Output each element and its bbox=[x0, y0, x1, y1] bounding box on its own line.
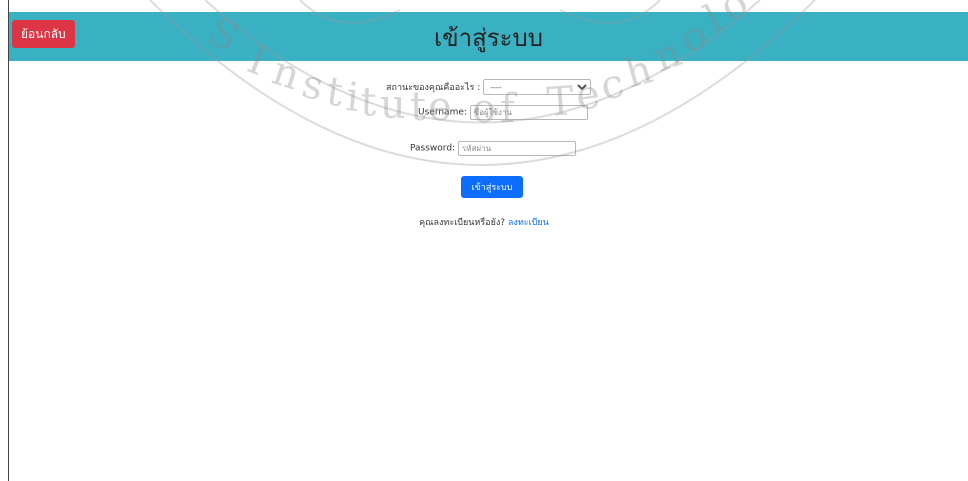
page-title: เข้าสู่ระบบ bbox=[434, 24, 543, 52]
header-bar: ย้อนกลับ เข้าสู่ระบบ bbox=[9, 12, 968, 61]
login-button[interactable]: เข้าสู่ระบบ bbox=[461, 176, 523, 198]
username-row: Username: bbox=[418, 105, 588, 120]
svg-text:s: s bbox=[298, 61, 328, 110]
password-input[interactable] bbox=[457, 141, 576, 156]
watermark-seal: S I n s t i t u t e o f T e c h n o l o bbox=[149, 0, 816, 166]
register-link[interactable]: ลงทะเบียน bbox=[508, 218, 549, 228]
svg-text:i: i bbox=[344, 74, 361, 121]
password-row: Password: bbox=[410, 141, 576, 156]
password-label: Password: bbox=[410, 143, 456, 154]
username-label: Username: bbox=[418, 107, 467, 118]
window-border bbox=[8, 0, 9, 481]
register-prompt-text: คุณลงทะเบียนหรือยัง? bbox=[419, 218, 506, 228]
status-label: สถานะของคุณคืออะไร : bbox=[386, 83, 481, 93]
username-input[interactable] bbox=[469, 105, 588, 120]
svg-text:c: c bbox=[597, 60, 628, 110]
status-select[interactable]: ---- bbox=[483, 79, 592, 95]
svg-text:t: t bbox=[324, 68, 346, 116]
login-page: ย้อนกลับ เข้าสู่ระบบ สถานะของคุณคืออะไร … bbox=[0, 0, 968, 481]
status-row: สถานะของคุณคืออะไร : ---- bbox=[386, 79, 592, 95]
svg-text:t: t bbox=[360, 79, 378, 126]
register-prompt: คุณลงทะเบียนหรือยัง? ลงทะเบียน bbox=[0, 215, 968, 229]
